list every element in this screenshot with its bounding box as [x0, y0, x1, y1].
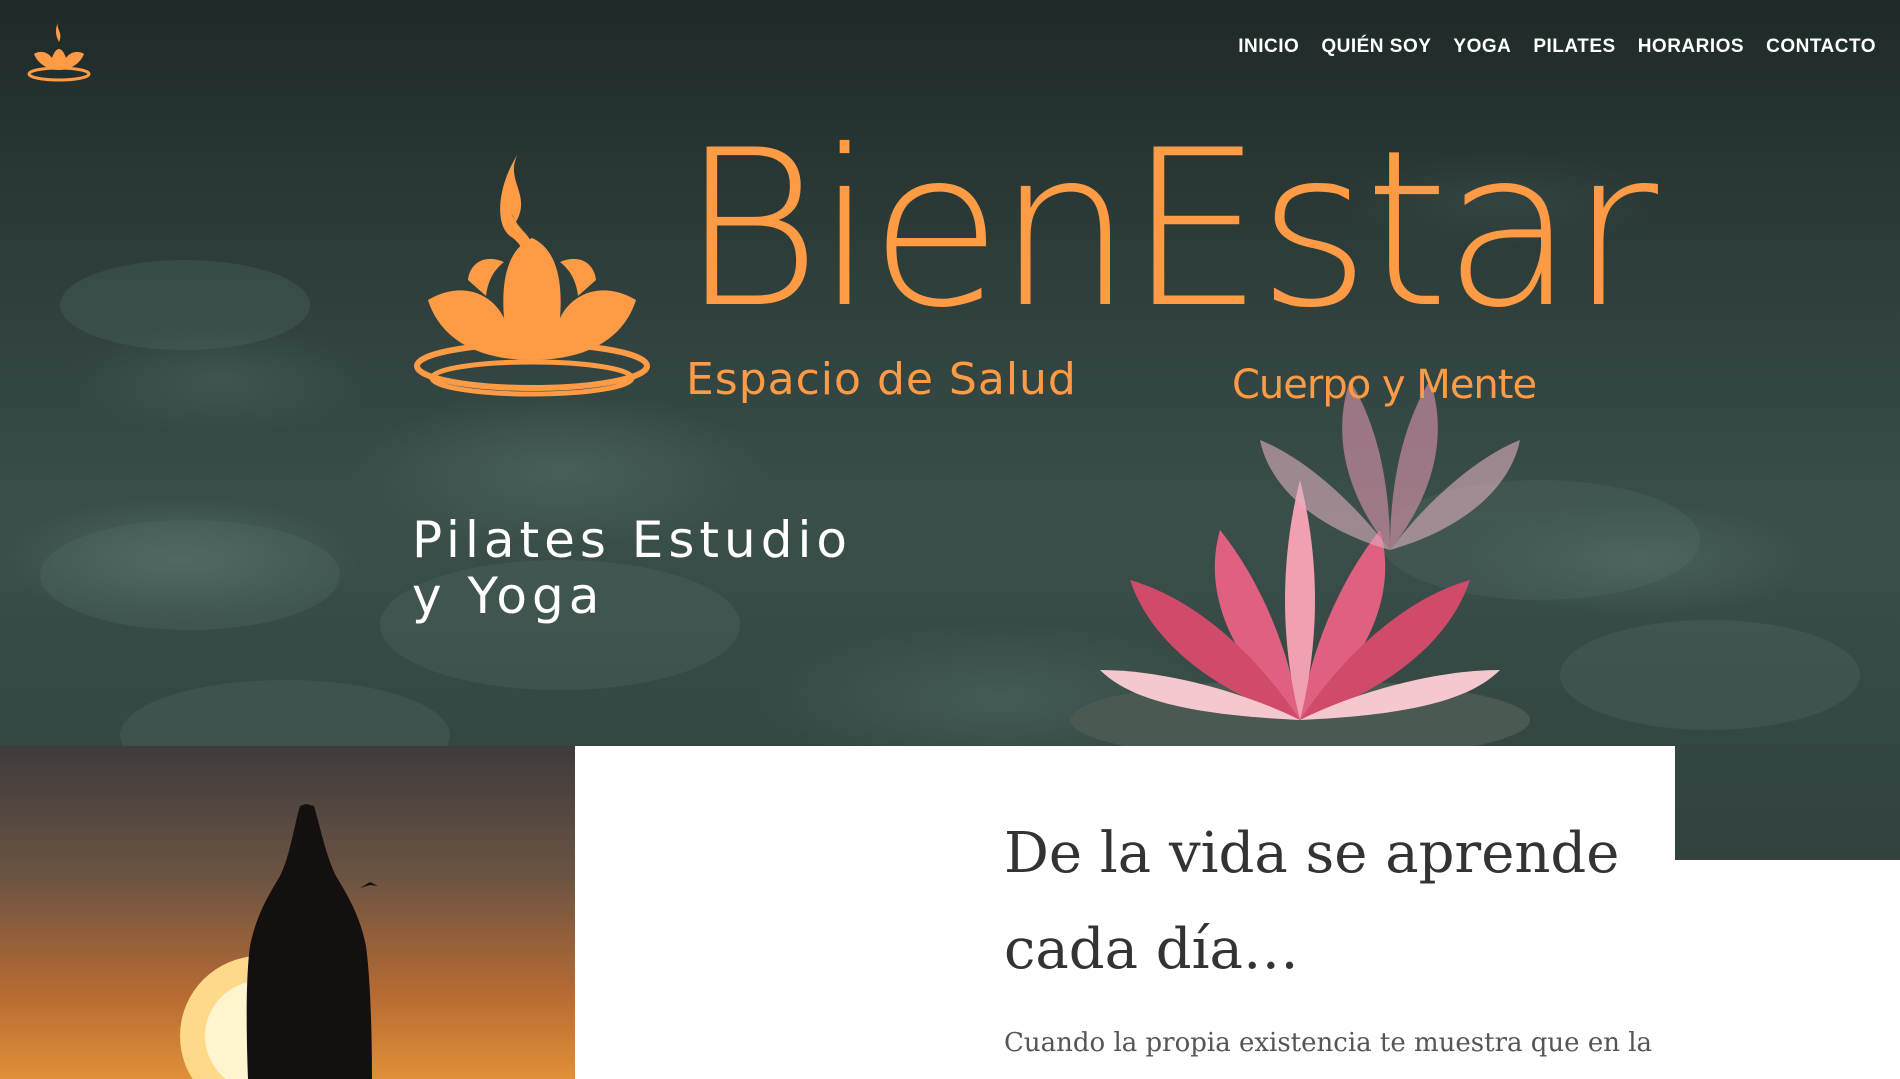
tagline-line-1: Pilates Estudio — [412, 511, 852, 569]
brand-lotus-icon — [414, 154, 650, 397]
brand-subtitle-right: Cuerpo y Mente — [1232, 362, 1537, 408]
section-heading: De la vida se aprende cada día… — [1004, 821, 1620, 982]
nav-item-quien-soy[interactable]: QUIÉN SOY — [1321, 36, 1431, 58]
section-body-text: Cuando la propia existencia te muestra q… — [1004, 1028, 1653, 1058]
lotus-flame-icon[interactable] — [26, 16, 92, 82]
yoga-silhouette — [180, 804, 378, 1079]
nav-item-yoga[interactable]: YOGA — [1453, 36, 1511, 58]
lily-pad — [60, 260, 310, 350]
hero-tagline: Pilates Estudio y Yoga — [412, 512, 852, 624]
tagline-line-2: y Yoga — [412, 567, 605, 625]
yoga-sunset-image — [0, 746, 575, 1079]
brand-name: BienEstar — [680, 104, 1658, 355]
right-strip — [1675, 860, 1900, 1079]
main-nav: INICIO QUIÉN SOY YOGA PILATES HORARIOS C… — [1238, 36, 1876, 58]
nav-item-horarios[interactable]: HORARIOS — [1638, 36, 1744, 58]
lily-pad — [1560, 620, 1860, 730]
nav-item-pilates[interactable]: PILATES — [1533, 36, 1615, 58]
nav-item-contacto[interactable]: CONTACTO — [1766, 36, 1876, 58]
hero-section: INICIO QUIÉN SOY YOGA PILATES HORARIOS C… — [0, 0, 1900, 860]
brand-subtitle-left: Espacio de Salud — [686, 354, 1077, 405]
nav-item-inicio[interactable]: INICIO — [1238, 36, 1299, 58]
lily-pad — [40, 520, 340, 630]
